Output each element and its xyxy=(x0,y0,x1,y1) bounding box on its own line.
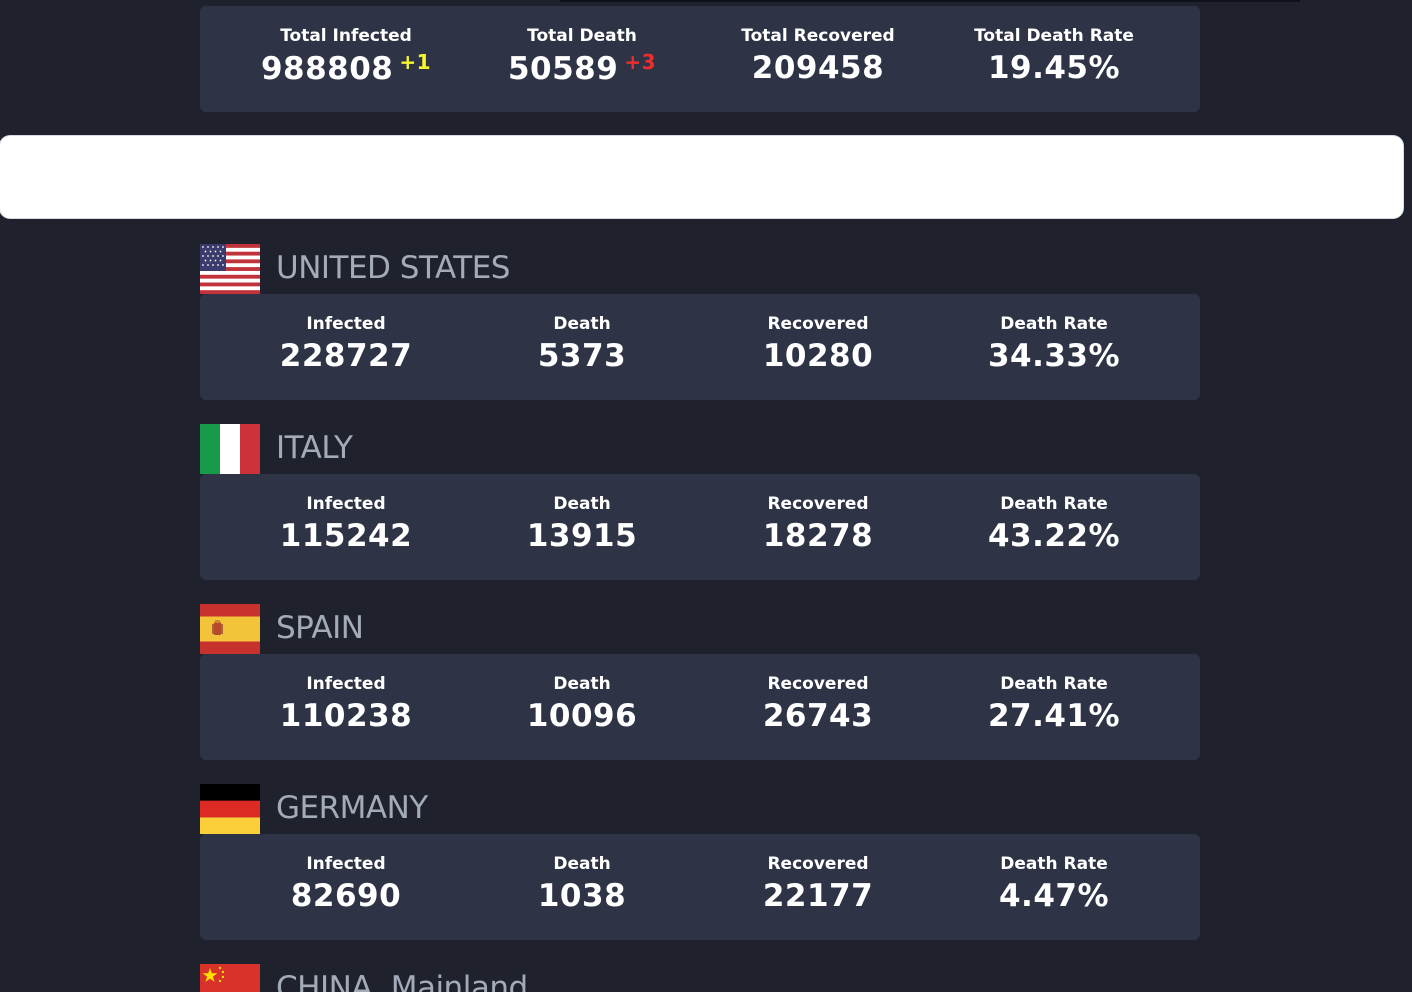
death-stat: Death 13915 xyxy=(464,474,700,580)
recovered-stat: Recovered 10280 xyxy=(700,294,936,400)
infected-stat: Infected 110238 xyxy=(228,654,464,760)
us-flag-icon xyxy=(200,244,260,294)
infected-stat: Infected 115242 xyxy=(228,474,464,580)
death-rate-stat: Death Rate 27.41% xyxy=(936,654,1172,760)
stat-value: 209458 xyxy=(751,50,885,86)
white-banner xyxy=(0,136,1403,218)
stat-value: 34.33% xyxy=(987,338,1121,374)
stat-label: Infected xyxy=(306,854,386,874)
total-death-stat: Total Death 50589 +3 xyxy=(464,6,700,112)
stat-delta: +1 xyxy=(399,50,432,74)
country-header-de: GERMANY xyxy=(200,784,1200,834)
it-flag-icon xyxy=(200,424,260,474)
stat-value: 988808 xyxy=(260,51,394,87)
death-stat: Death 5373 xyxy=(464,294,700,400)
stat-value: 43.22% xyxy=(987,518,1121,554)
country-stats-card-es: Infected 110238 Death 10096 Recovered 26… xyxy=(200,654,1200,760)
stat-label: Death xyxy=(553,314,611,334)
death-rate-stat: Death Rate 34.33% xyxy=(936,294,1172,400)
stat-value: 18278 xyxy=(762,518,874,554)
stat-label: Total Death Rate xyxy=(974,26,1134,46)
country-header-it: ITALY xyxy=(200,424,1200,474)
total-infected-stat: Total Infected 988808 +1 xyxy=(228,6,464,112)
country-stats-card-de: Infected 82690 Death 1038 Recovered 2217… xyxy=(200,834,1200,940)
death-stat: Death 10096 xyxy=(464,654,700,760)
country-name: SPAIN xyxy=(276,610,364,646)
stat-label: Death Rate xyxy=(1000,494,1108,514)
country-header-cn: CHINA, Mainland xyxy=(200,964,1200,992)
de-flag-icon xyxy=(200,784,260,834)
stat-value: 115242 xyxy=(279,518,413,554)
recovered-stat: Recovered 26743 xyxy=(700,654,936,760)
total-recovered-stat: Total Recovered 209458 xyxy=(700,6,936,112)
infected-stat: Infected 82690 xyxy=(228,834,464,940)
recovered-stat: Recovered 22177 xyxy=(700,834,936,940)
stat-value-wrap: 50589 +3 xyxy=(464,50,700,87)
stat-label: Death Rate xyxy=(1000,314,1108,334)
stat-label: Recovered xyxy=(767,314,869,334)
stat-label: Recovered xyxy=(767,494,869,514)
stat-label: Recovered xyxy=(767,674,869,694)
stat-delta: +3 xyxy=(624,50,657,74)
stat-value: 50589 xyxy=(507,51,619,87)
stat-label: Recovered xyxy=(767,854,869,874)
cn-flag-icon xyxy=(200,964,260,992)
stat-value: 22177 xyxy=(762,878,874,914)
stat-value: 13915 xyxy=(526,518,638,554)
stat-value-wrap: 988808 +1 xyxy=(228,50,464,87)
es-flag-icon xyxy=(200,604,260,654)
stat-label: Infected xyxy=(306,674,386,694)
stat-label: Infected xyxy=(306,314,386,334)
top-divider xyxy=(560,0,1300,2)
infected-stat: Infected 228727 xyxy=(228,294,464,400)
stat-label: Death Rate xyxy=(1000,674,1108,694)
death-rate-stat: Death Rate 4.47% xyxy=(936,834,1172,940)
stat-value: 228727 xyxy=(279,338,413,374)
country-name: GERMANY xyxy=(276,790,428,826)
stat-label: Death xyxy=(553,494,611,514)
stat-label: Total Death xyxy=(527,26,637,46)
country-stats-card-us: Infected 228727 Death 5373 Recovered 102… xyxy=(200,294,1200,400)
stat-value: 5373 xyxy=(537,338,627,374)
country-name: UNITED STATES xyxy=(276,250,510,286)
stat-label: Total Recovered xyxy=(741,26,895,46)
stat-value: 4.47% xyxy=(998,878,1110,914)
country-name: CHINA, Mainland xyxy=(276,970,528,992)
stat-label: Death xyxy=(553,674,611,694)
death-stat: Death 1038 xyxy=(464,834,700,940)
country-name: ITALY xyxy=(276,430,353,466)
stat-label: Death Rate xyxy=(1000,854,1108,874)
stat-label: Death xyxy=(553,854,611,874)
page: Total Infected 988808 +1 Total Death 5058… xyxy=(0,0,1412,992)
stat-value: 110238 xyxy=(279,698,413,734)
stat-value: 27.41% xyxy=(987,698,1121,734)
stat-value: 1038 xyxy=(537,878,627,914)
country-header-es: SPAIN xyxy=(200,604,1200,654)
stat-value: 10096 xyxy=(526,698,638,734)
country-header-us: UNITED STATES xyxy=(200,244,1200,294)
stat-label: Infected xyxy=(306,494,386,514)
recovered-stat: Recovered 18278 xyxy=(700,474,936,580)
total-death-rate-stat: Total Death Rate 19.45% xyxy=(936,6,1172,112)
global-stats-card: Total Infected 988808 +1 Total Death 5058… xyxy=(200,6,1200,112)
stat-value: 82690 xyxy=(290,878,402,914)
death-rate-stat: Death Rate 43.22% xyxy=(936,474,1172,580)
stat-value: 19.45% xyxy=(987,50,1121,86)
stat-value: 26743 xyxy=(762,698,874,734)
stat-value: 10280 xyxy=(762,338,874,374)
country-stats-card-it: Infected 115242 Death 13915 Recovered 18… xyxy=(200,474,1200,580)
stat-label: Total Infected xyxy=(280,26,412,46)
